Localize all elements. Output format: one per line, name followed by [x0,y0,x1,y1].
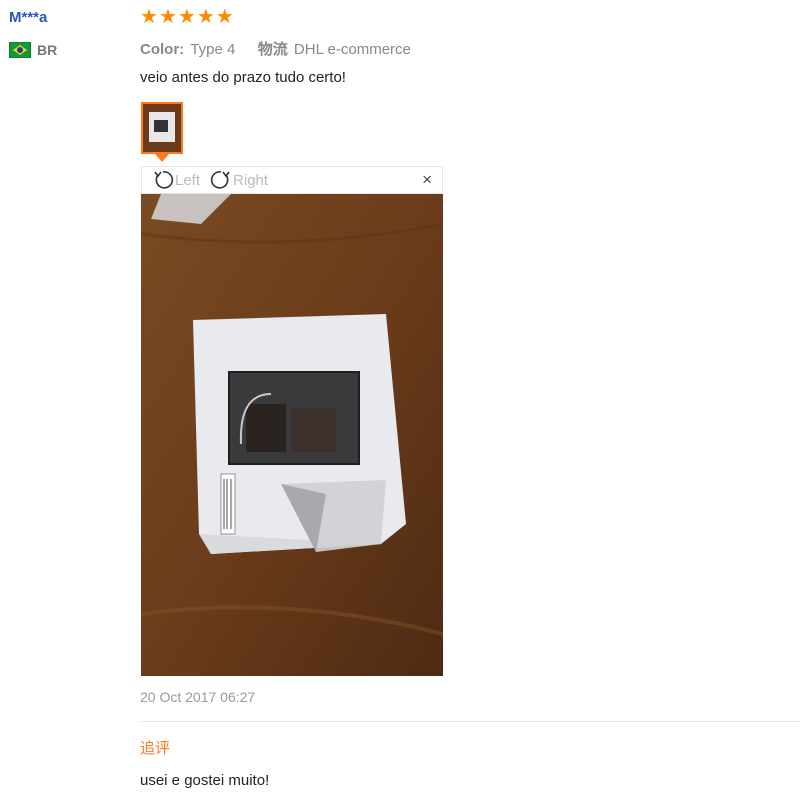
thumbnail-pointer [155,154,169,162]
product-meta: Color: Type 4 物流 DHL e-commerce [140,38,411,59]
rotate-left-icon [154,171,174,189]
shipping-value: DHL e-commerce [293,41,411,58]
divider [140,721,800,722]
star-icon: ★ [158,6,177,28]
followup-text: usei e gostei muito! [140,772,270,789]
review-timestamp: 20 Oct 2017 06:27 [140,689,256,705]
photo-viewer: Left Right × [141,166,443,676]
review-photo-thumbnail[interactable] [141,102,183,154]
star-rating: ★ ★ ★ ★ ★ [140,6,234,28]
brazil-flag-icon [9,42,31,58]
color-label: Color: [140,41,185,58]
reviewer-name: M***a [9,9,48,26]
rotate-left-label: Left [175,171,201,189]
star-icon: ★ [177,6,196,28]
star-icon: ★ [196,6,215,28]
star-icon: ★ [215,6,234,28]
rotate-right-label: Right [233,171,269,189]
country-code: BR [37,42,58,58]
photo-viewer-toolbar: Left Right × [141,166,443,194]
followup-title: 追评 [140,740,171,757]
close-viewer-button[interactable]: × [422,170,432,190]
rotate-right-button[interactable]: Right [210,169,268,191]
shipping-label: 物流 [257,41,288,58]
review-text: veio antes do prazo tudo certo! [140,69,346,86]
color-value: Type 4 [190,41,236,58]
star-icon: ★ [140,6,158,28]
rotate-left-button[interactable]: Left [152,169,200,191]
rotate-right-icon [210,171,230,189]
reviewer-country: BR [9,42,57,58]
review-photo [141,194,443,676]
